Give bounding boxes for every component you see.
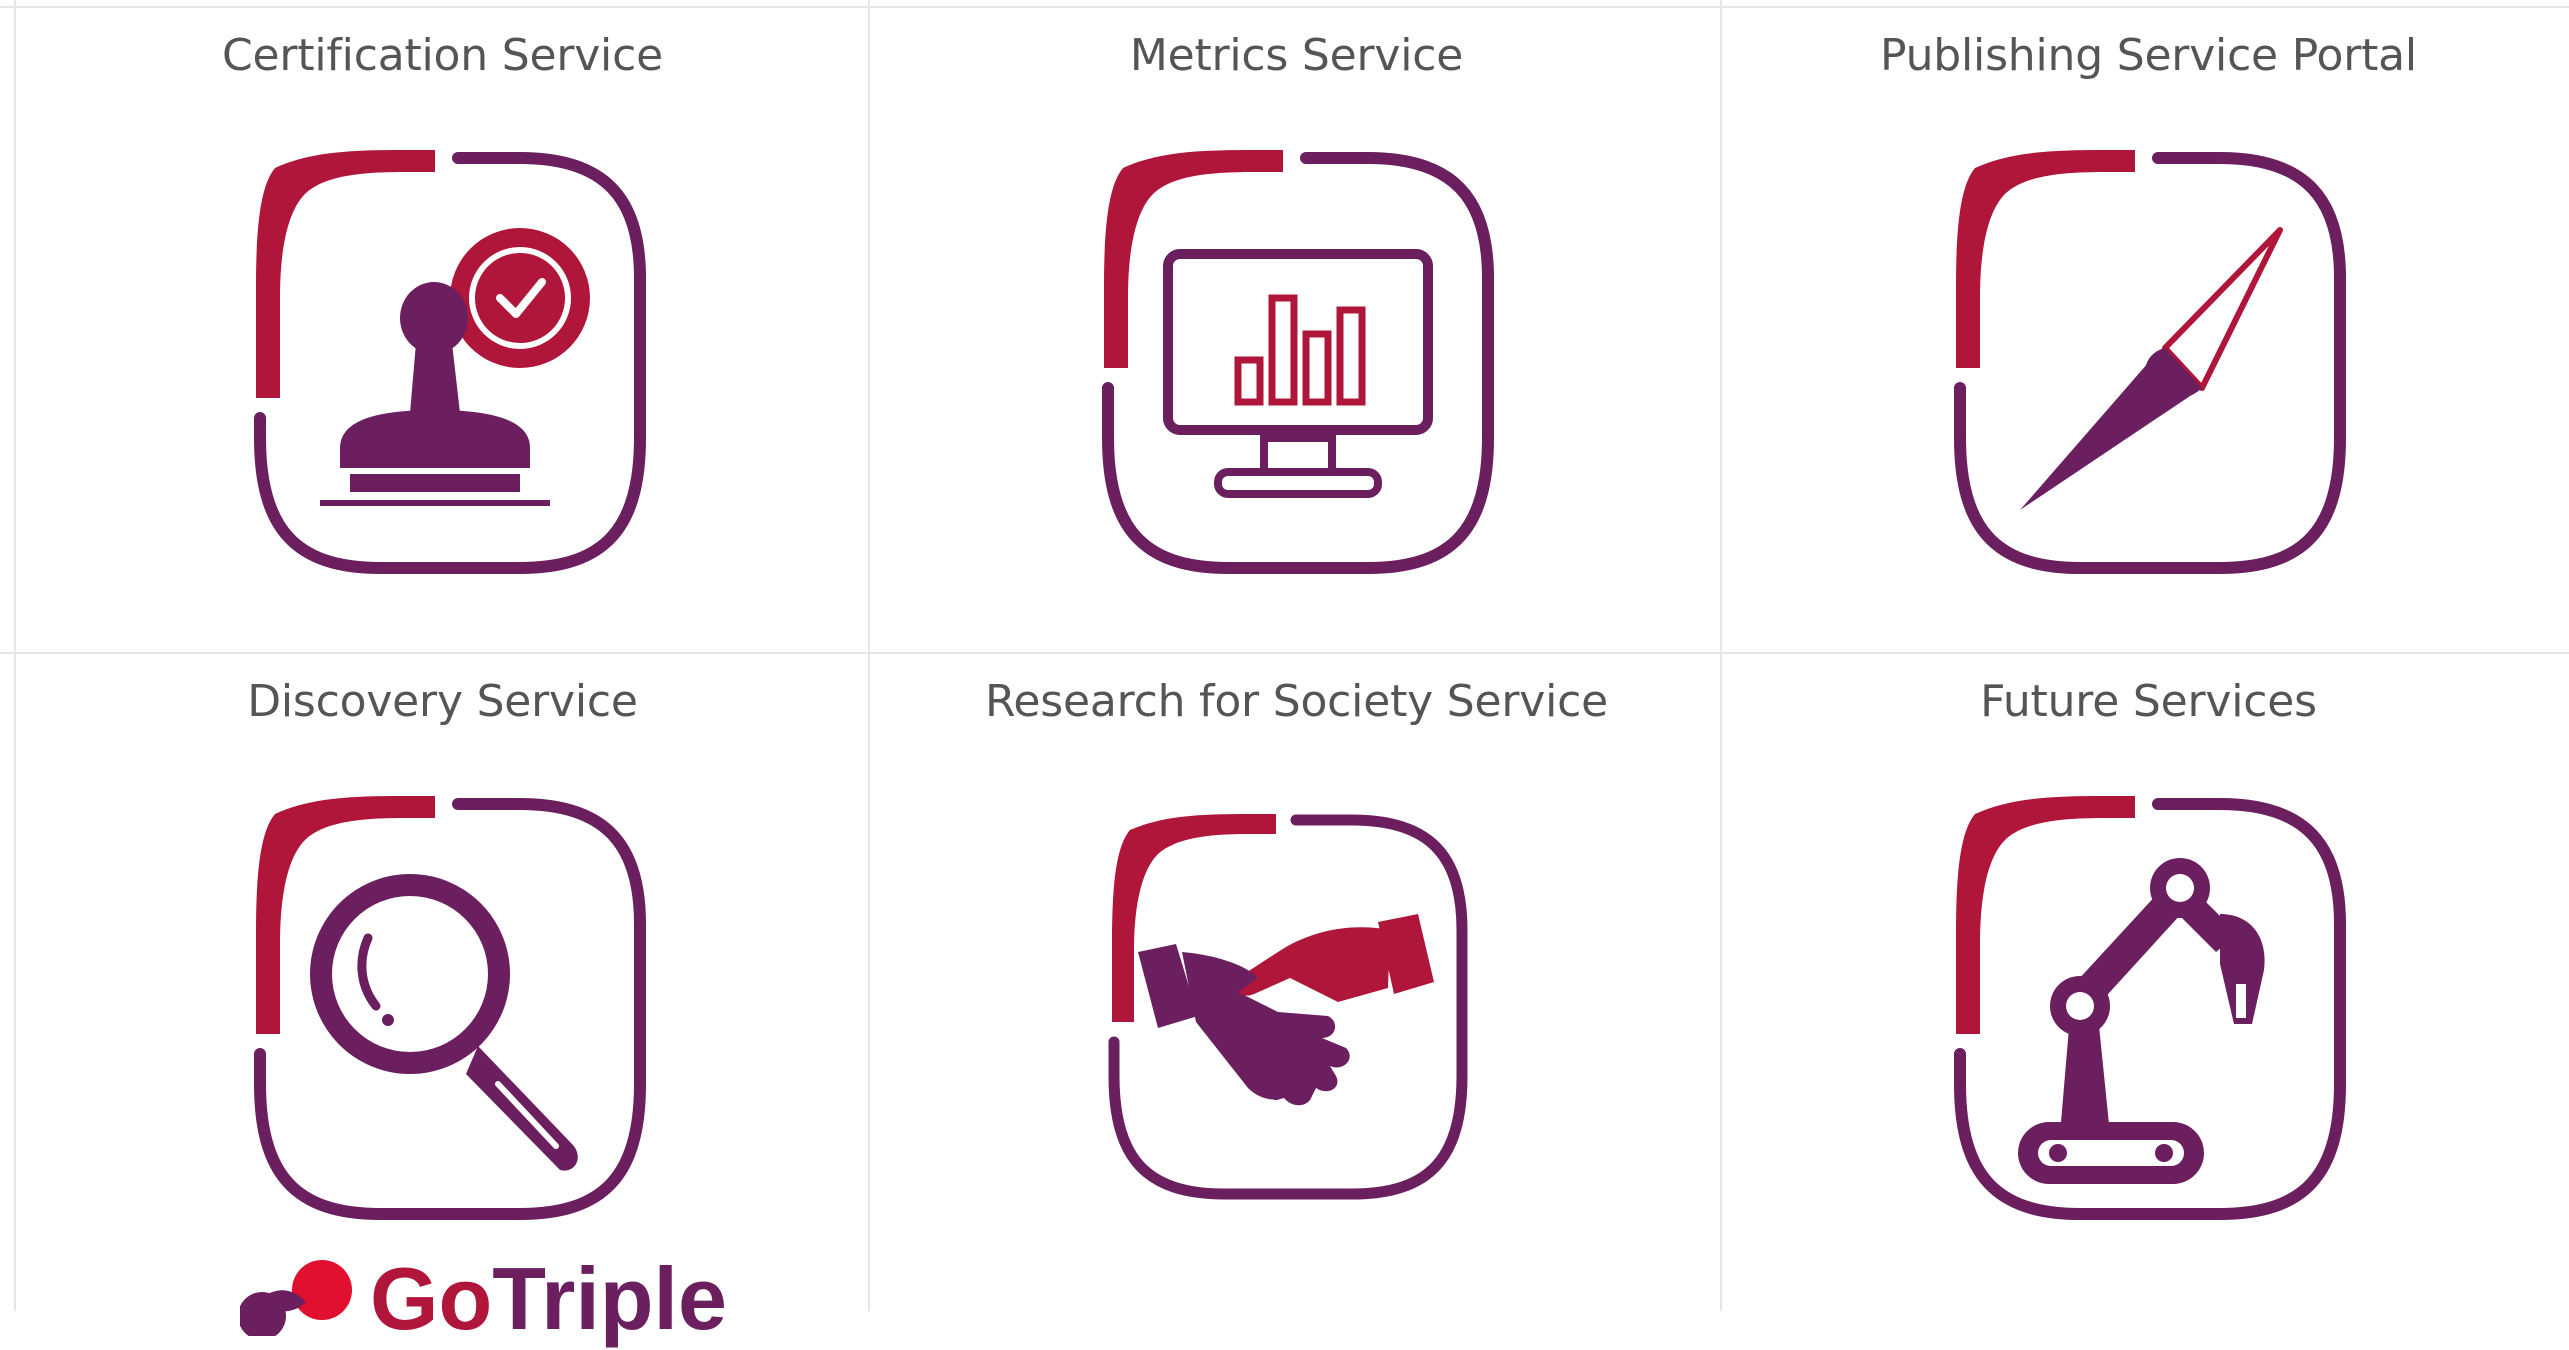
certification-stamp-icon <box>220 138 680 598</box>
gotriple-logo-icon <box>238 1260 352 1340</box>
service-title: Research for Society Service <box>985 676 1608 727</box>
service-title: Publishing Service Portal <box>1880 30 2417 81</box>
service-card-certification[interactable]: Certification Service <box>16 8 869 654</box>
service-title: Certification Service <box>222 30 663 81</box>
service-title: Discovery Service <box>247 676 638 727</box>
logo-text-triple: Triple <box>492 1249 727 1348</box>
handshake-icon <box>1078 802 1498 1222</box>
service-card-future[interactable]: Future Services <box>1722 654 2569 1300</box>
services-grid: Certification Service Metrics Service Pu… <box>0 0 2569 1348</box>
service-title: Metrics Service <box>1129 30 1464 81</box>
monitor-bar-chart-icon <box>1068 138 1528 598</box>
compass-needle-icon <box>1920 138 2380 598</box>
service-card-publishing[interactable]: Publishing Service Portal <box>1722 8 2569 654</box>
service-card-research-society[interactable]: Research for Society Service <box>870 654 1723 1300</box>
robot-arm-icon <box>1920 784 2380 1244</box>
logo-text-go: Go <box>370 1249 493 1348</box>
magnifying-glass-icon <box>220 784 680 1244</box>
gotriple-logo: GoTriple <box>238 1249 760 1348</box>
logo-text: GoTriple <box>370 1248 727 1350</box>
service-title: Future Services <box>1980 676 2317 727</box>
service-card-metrics[interactable]: Metrics Service <box>870 8 1723 654</box>
service-card-discovery[interactable]: Discovery Service <box>16 654 869 1300</box>
